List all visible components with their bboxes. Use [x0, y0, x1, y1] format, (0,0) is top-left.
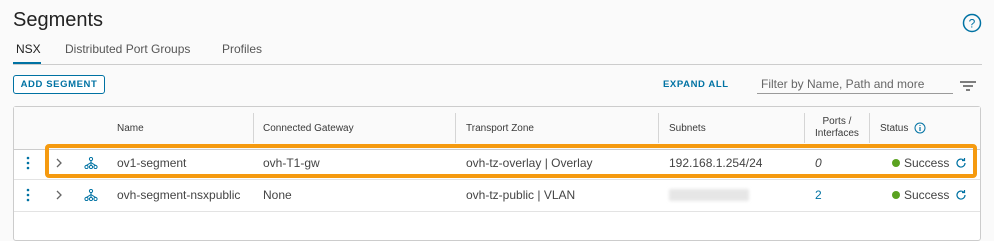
tabs-divider	[13, 64, 982, 65]
segment-network-icon	[84, 147, 98, 179]
expand-all-link[interactable]: EXPAND ALL	[663, 79, 729, 90]
tab-distributed-port-groups[interactable]: Distributed Port Groups	[65, 42, 190, 56]
filter-input[interactable]	[757, 74, 953, 94]
segments-datagrid: Name Connected Gateway Transport Zone Su…	[13, 106, 981, 241]
subnet-redacted	[669, 179, 749, 211]
success-status-icon	[892, 159, 900, 167]
success-status-icon	[892, 191, 900, 199]
segment-network-icon	[84, 179, 98, 211]
tab-nsx[interactable]: NSX	[16, 42, 41, 56]
column-separator	[658, 113, 659, 143]
connected-gateway: None	[263, 188, 292, 202]
status-cell: Success	[892, 147, 967, 179]
transport-zone: ovh-tz-public | VLAN	[466, 188, 576, 202]
status-text: Success	[904, 188, 950, 202]
expand-row-chevron-icon[interactable]	[55, 179, 63, 211]
ports-header-line2: Interfaces	[815, 128, 859, 139]
add-segment-button[interactable]: ADD SEGMENT	[13, 75, 105, 94]
ports-count: 0	[815, 156, 822, 170]
status-text: Success	[904, 156, 950, 170]
redacted-value	[669, 189, 749, 201]
row-actions-icon[interactable]	[25, 147, 31, 179]
refresh-icon[interactable]	[955, 157, 967, 169]
ports-header-line1: Ports /	[822, 116, 852, 127]
column-separator	[804, 113, 805, 143]
transport-zone: ovh-tz-overlay | Overlay	[466, 156, 593, 170]
refresh-icon[interactable]	[955, 189, 967, 201]
help-icon[interactable]: ?	[962, 13, 982, 33]
info-icon[interactable]	[914, 122, 926, 134]
ports-count-link[interactable]: 2	[815, 179, 822, 211]
datagrid-header: Name Connected Gateway Transport Zone Su…	[14, 107, 980, 150]
expand-row-chevron-icon[interactable]	[55, 147, 63, 179]
table-row[interactable]: ovh-segment-nsxpublic None ovh-tz-public…	[14, 179, 980, 212]
column-header-gateway[interactable]: Connected Gateway	[263, 107, 354, 149]
segment-name[interactable]: ov1-segment	[117, 147, 186, 179]
svg-text:?: ?	[969, 17, 976, 31]
row-actions-icon[interactable]	[25, 179, 31, 211]
column-header-status[interactable]: Status	[880, 107, 926, 149]
column-menu-icon[interactable]	[958, 80, 978, 92]
column-header-subnets[interactable]: Subnets	[669, 107, 706, 149]
tab-profiles[interactable]: Profiles	[222, 42, 262, 56]
column-separator	[869, 113, 870, 143]
column-separator	[455, 113, 456, 143]
column-header-name[interactable]: Name	[117, 107, 144, 149]
column-separator	[253, 113, 254, 143]
column-header-ports[interactable]: Ports / Interfaces	[815, 107, 859, 149]
connected-gateway: ovh-T1-gw	[263, 156, 320, 170]
subnet: 192.168.1.254/24	[669, 156, 763, 170]
segment-name[interactable]: ovh-segment-nsxpublic	[117, 179, 240, 211]
status-header-label: Status	[880, 122, 909, 134]
column-header-zone[interactable]: Transport Zone	[466, 107, 534, 149]
status-cell: Success	[892, 179, 967, 211]
table-row[interactable]: ov1-segment ovh-T1-gw ovh-tz-overlay | O…	[14, 147, 980, 180]
page-title: Segments	[13, 9, 104, 31]
